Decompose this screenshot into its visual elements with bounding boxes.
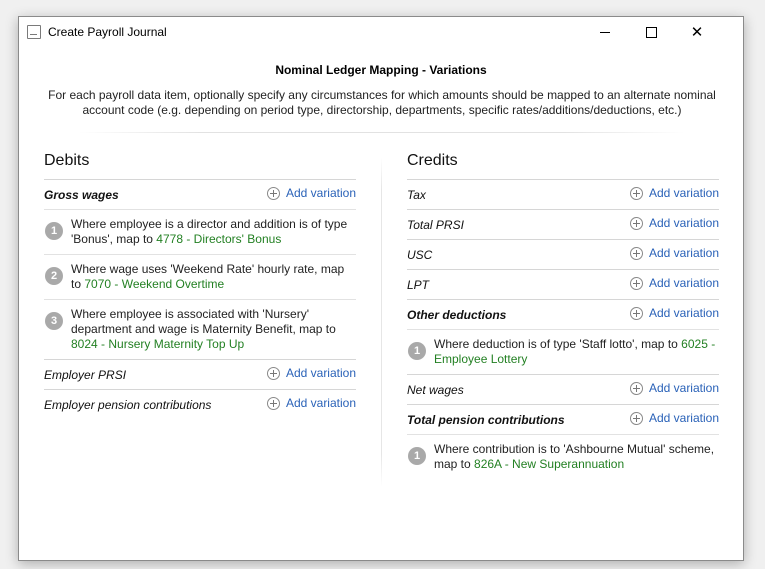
dialog-window: Create Payroll Journal ✕ Nominal Ledger …: [18, 16, 744, 561]
row-label: LPT: [407, 278, 430, 292]
row-usc: USC Add variation: [407, 239, 719, 269]
window-title: Create Payroll Journal: [48, 25, 167, 39]
add-variation-button[interactable]: Add variation: [629, 411, 719, 425]
variation-number-badge: 1: [408, 447, 426, 465]
app-window-icon: [27, 25, 41, 39]
account-code: 826A - New Superannuation: [474, 457, 625, 471]
minimize-button[interactable]: [582, 17, 628, 47]
plus-circle-icon: [629, 216, 643, 230]
add-variation-label: Add variation: [648, 246, 719, 260]
row-label: Total PRSI: [407, 218, 464, 232]
add-variation-button[interactable]: Add variation: [266, 396, 356, 410]
variation-text: Where employee is a director and additio…: [71, 217, 348, 246]
close-icon: ✕: [690, 23, 704, 41]
row-label: USC: [407, 248, 433, 262]
row-label: Employer PRSI: [44, 368, 127, 382]
variation-text: Where deduction is of type 'Staff lotto'…: [434, 337, 716, 366]
add-variation-label: Add variation: [285, 366, 356, 380]
row-label: Tax: [407, 188, 426, 202]
row-label: Gross wages: [44, 188, 119, 202]
variation-item[interactable]: 1 Where deduction is of type 'Staff lott…: [407, 329, 719, 374]
row-label: Net wages: [407, 383, 464, 397]
account-code: 8024 - Nursery Maternity Top Up: [71, 337, 245, 351]
plus-circle-icon: [629, 246, 643, 260]
variation-text: Where wage uses 'Weekend Rate' hourly ra…: [71, 262, 345, 291]
add-variation-label: Add variation: [285, 186, 356, 200]
row-net-wages: Net wages Add variation: [407, 374, 719, 404]
plus-circle-icon: [266, 396, 280, 410]
add-variation-button[interactable]: Add variation: [266, 366, 356, 380]
plus-circle-icon: [629, 306, 643, 320]
row-tax: Tax Add variation: [407, 179, 719, 209]
row-employer-prsi: Employer PRSI Add variation: [44, 359, 356, 389]
row-employer-pension: Employer pension contributions Add varia…: [44, 389, 356, 419]
page-title: Nominal Ledger Mapping - Variations: [275, 63, 487, 77]
minimize-icon: [600, 31, 610, 33]
row-label: Total pension contributions: [407, 413, 565, 427]
plus-circle-icon: [629, 411, 643, 425]
debits-heading: Debits: [44, 152, 90, 169]
add-variation-button[interactable]: Add variation: [629, 276, 719, 290]
header-divider: [79, 132, 685, 133]
add-variation-label: Add variation: [648, 411, 719, 425]
column-divider: [381, 157, 382, 487]
row-label: Other deductions: [407, 308, 507, 322]
add-variation-button[interactable]: Add variation: [629, 381, 719, 395]
row-other-deductions: Other deductions Add variation: [407, 299, 719, 329]
variation-number-badge: 1: [408, 342, 426, 360]
account-code: 7070 - Weekend Overtime: [84, 277, 225, 291]
close-button[interactable]: ✕: [674, 17, 720, 47]
row-total-prsi: Total PRSI Add variation: [407, 209, 719, 239]
page-description: For each payroll data item, optionally s…: [48, 88, 716, 117]
variation-item[interactable]: 1 Where contribution is to 'Ashbourne Mu…: [407, 434, 719, 479]
variation-text: Where contribution is to 'Ashbourne Mutu…: [434, 442, 715, 471]
row-label: Employer pension contributions: [44, 398, 212, 412]
add-variation-label: Add variation: [648, 216, 719, 230]
variation-number-badge: 2: [45, 267, 63, 285]
add-variation-button[interactable]: Add variation: [266, 186, 356, 200]
credits-heading: Credits: [407, 152, 458, 169]
plus-circle-icon: [629, 186, 643, 200]
variation-number-badge: 3: [45, 312, 63, 330]
add-variation-label: Add variation: [285, 396, 356, 410]
row-total-pension: Total pension contributions Add variatio…: [407, 404, 719, 434]
credits-column: Credits Tax Add variation Total PRSI Add…: [407, 152, 719, 479]
add-variation-label: Add variation: [648, 306, 719, 320]
add-variation-label: Add variation: [648, 186, 719, 200]
account-code: 4778 - Directors' Bonus: [156, 232, 282, 246]
add-variation-label: Add variation: [648, 276, 719, 290]
plus-circle-icon: [266, 186, 280, 200]
title-bar[interactable]: Create Payroll Journal ✕: [19, 17, 743, 47]
add-variation-button[interactable]: Add variation: [629, 216, 719, 230]
variation-text: Where employee is associated with 'Nurse…: [71, 307, 336, 351]
maximize-button[interactable]: [628, 17, 674, 47]
variation-item[interactable]: 1 Where employee is a director and addit…: [44, 209, 356, 254]
plus-circle-icon: [266, 366, 280, 380]
add-variation-button[interactable]: Add variation: [629, 246, 719, 260]
row-gross-wages: Gross wages Add variation: [44, 179, 356, 209]
plus-circle-icon: [629, 276, 643, 290]
maximize-icon: [645, 26, 657, 38]
variation-number-badge: 1: [45, 222, 63, 240]
add-variation-button[interactable]: Add variation: [629, 186, 719, 200]
variation-item[interactable]: 3 Where employee is associated with 'Nur…: [44, 299, 356, 359]
add-variation-label: Add variation: [648, 381, 719, 395]
debits-column: Debits Gross wages Add variation 1 Where…: [44, 152, 356, 419]
plus-circle-icon: [629, 381, 643, 395]
variation-item[interactable]: 2 Where wage uses 'Weekend Rate' hourly …: [44, 254, 356, 299]
row-lpt: LPT Add variation: [407, 269, 719, 299]
add-variation-button[interactable]: Add variation: [629, 306, 719, 320]
